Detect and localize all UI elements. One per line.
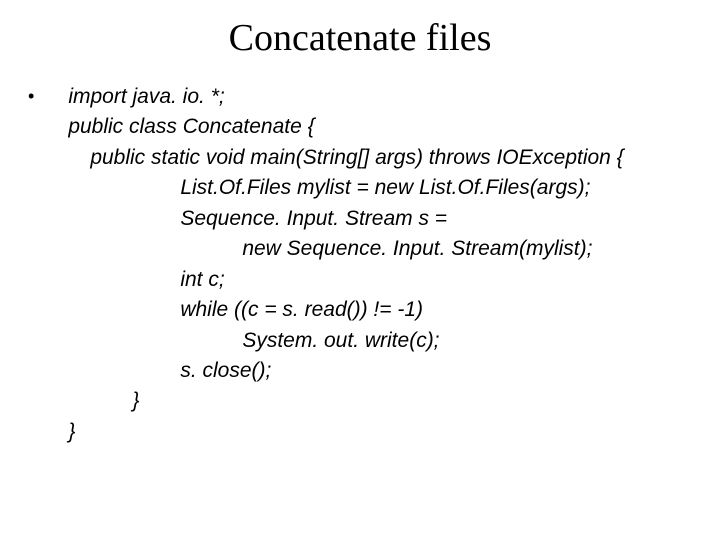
code-line: Sequence. Input. Stream s = [68, 204, 623, 234]
code-line: public class Concatenate { [68, 112, 623, 142]
code-line: s. close(); [68, 356, 623, 386]
slide: Concatenate files • import java. io. *; … [0, 0, 720, 540]
code-line: new Sequence. Input. Stream(mylist); [68, 234, 623, 264]
slide-content: • import java. io. *; public class Conca… [20, 82, 700, 447]
slide-title: Concatenate files [20, 16, 700, 60]
code-line: public static void main(String[] args) t… [68, 143, 623, 173]
code-block: import java. io. *; public class Concate… [44, 82, 623, 447]
bullet-item: • import java. io. *; public class Conca… [28, 82, 700, 447]
code-line: } [68, 417, 623, 447]
code-line: List.Of.Files mylist = new List.Of.Files… [68, 173, 623, 203]
code-line: } [68, 386, 623, 416]
code-line: System. out. write(c); [68, 326, 623, 356]
code-line: while ((c = s. read()) != -1) [68, 295, 623, 325]
code-line: int c; [68, 265, 623, 295]
bullet-marker: • [28, 82, 34, 111]
code-line: import java. io. *; [68, 82, 623, 112]
